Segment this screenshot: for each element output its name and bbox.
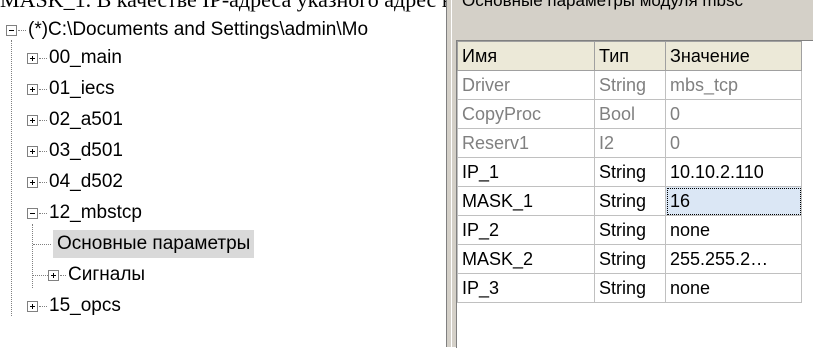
table-row[interactable]: MASK_2 String 255.255.2…: [457, 244, 802, 274]
param-value[interactable]: 10.10.2.110: [665, 157, 802, 187]
expand-icon[interactable]: [27, 177, 38, 188]
param-name: IP_1: [457, 157, 595, 187]
tree-item-label: 00_main: [49, 47, 122, 68]
collapse-icon[interactable]: [6, 25, 17, 36]
tree-item-label: 04_d502: [49, 171, 123, 192]
tree-connector: [18, 30, 26, 32]
param-value[interactable]: 0: [665, 128, 802, 158]
parameters-grid[interactable]: Имя Тип Значение Driver String mbs_tcp C…: [456, 40, 813, 348]
param-type: String: [594, 244, 666, 274]
param-name: Reserv1: [457, 128, 595, 158]
param-value[interactable]: none: [665, 273, 802, 303]
tree-root-label: (*)C:\Documents and Settings\admin\Mo: [28, 19, 369, 40]
column-header-value[interactable]: Значение: [665, 41, 802, 71]
tree-connector: [39, 58, 47, 60]
param-value[interactable]: mbs_tcp: [665, 70, 802, 100]
tree-item-label: 02_a501: [49, 109, 123, 130]
table-row[interactable]: MASK_1 String 16: [457, 186, 802, 216]
panel-title: Основные параметры модуля mbsc: [462, 0, 743, 10]
tree-item-label: Сигналы: [68, 264, 146, 285]
param-name: CopyProc: [457, 99, 595, 129]
tree-connector: [39, 306, 47, 308]
collapse-icon[interactable]: [27, 208, 38, 219]
param-type: String: [594, 157, 666, 187]
table-header-row: Имя Тип Значение: [457, 41, 802, 71]
tree-item-label: 12_mbstcp: [49, 202, 142, 223]
param-name: Driver: [457, 70, 595, 100]
param-value[interactable]: 0: [665, 99, 802, 129]
tree-connector: [39, 89, 47, 91]
param-type: Bool: [594, 99, 666, 129]
column-header-name[interactable]: Имя: [457, 41, 595, 71]
expand-icon[interactable]: [27, 53, 38, 64]
table-row[interactable]: IP_1 String 10.10.2.110: [457, 157, 802, 187]
expand-icon[interactable]: [27, 301, 38, 312]
tree-connector: [39, 151, 47, 153]
tree-connector: [32, 224, 34, 288]
table-row[interactable]: Reserv1 I2 0: [457, 128, 802, 158]
param-type: String: [594, 273, 666, 303]
tree-connector: [39, 213, 47, 215]
param-type: String: [594, 186, 666, 216]
parameters-panel: Основные параметры модуля mbsc Имя Тип З…: [452, 0, 813, 348]
param-type: String: [594, 70, 666, 100]
tree-connector: [60, 275, 66, 277]
param-value-focused[interactable]: 16: [665, 186, 802, 216]
param-name: IP_3: [457, 273, 595, 303]
param-name: IP_2: [457, 215, 595, 245]
column-header-type[interactable]: Тип: [594, 41, 666, 71]
expand-icon[interactable]: [27, 115, 38, 126]
tree-connector: [11, 40, 13, 316]
tree-connector: [33, 275, 48, 277]
param-name: MASK_2: [457, 244, 595, 274]
table-row[interactable]: IP_3 String none: [457, 273, 802, 303]
expand-icon[interactable]: [27, 146, 38, 157]
tree-connector: [33, 244, 51, 246]
tree-connector: [39, 120, 47, 122]
expand-icon[interactable]: [48, 270, 59, 281]
tree-item-label-selected: Основные параметры: [53, 230, 255, 258]
tree-item-label: 03_d501: [49, 140, 123, 161]
table-row[interactable]: IP_2 String none: [457, 215, 802, 245]
param-value[interactable]: none: [665, 215, 802, 245]
table-row[interactable]: CopyProc Bool 0: [457, 99, 802, 129]
param-name: MASK_1: [457, 186, 595, 216]
param-value[interactable]: 255.255.2…: [665, 244, 802, 274]
tree-item-label: 15_opcs: [49, 295, 121, 316]
expand-icon[interactable]: [27, 84, 38, 95]
parameters-table: Имя Тип Значение Driver String mbs_tcp C…: [457, 41, 802, 303]
tree-connector: [39, 182, 47, 184]
tree-item-label: 01_iecs: [49, 78, 115, 99]
param-type: String: [594, 215, 666, 245]
table-row[interactable]: Driver String mbs_tcp: [457, 70, 802, 100]
module-tree[interactable]: (*)C:\Documents and Settings\admin\Mo 00…: [0, 14, 446, 347]
param-type: I2: [594, 128, 666, 158]
